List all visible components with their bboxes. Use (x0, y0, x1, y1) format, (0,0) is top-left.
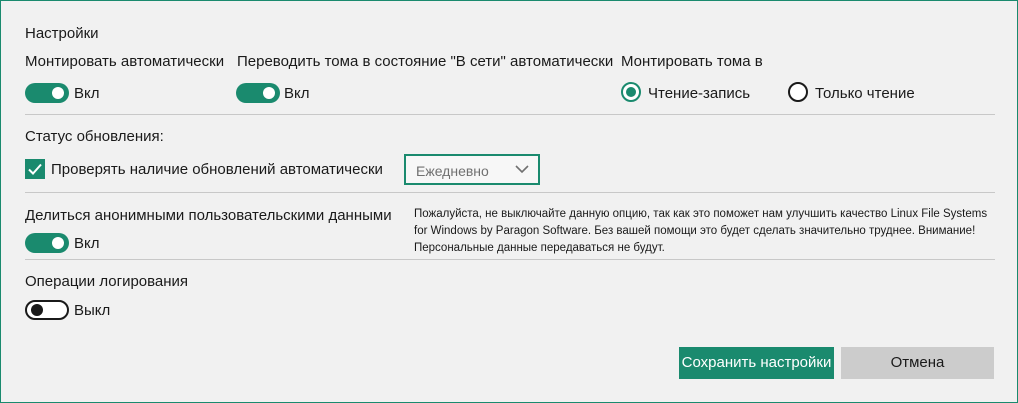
auto-mount-state: Вкл (74, 85, 100, 102)
anon-data-state: Вкл (74, 235, 100, 252)
auto-online-toggle[interactable] (236, 83, 280, 103)
radio-read-write[interactable] (621, 82, 641, 102)
divider (25, 192, 995, 193)
auto-update-label[interactable]: Проверять наличие обновлений автоматичес… (51, 161, 383, 178)
toggle-knob (52, 87, 64, 99)
radio-read-write-label[interactable]: Чтение-запись (648, 85, 750, 102)
auto-mount-label: Монтировать автоматически (25, 53, 225, 70)
auto-mount-toggle[interactable] (25, 83, 69, 103)
logging-state: Выкл (74, 302, 111, 319)
logging-toggle[interactable] (25, 300, 69, 320)
anon-data-label: Делиться анонимными пользовательскими да… (25, 207, 392, 224)
toggle-knob (31, 304, 43, 316)
mount-mode-label: Монтировать тома в (621, 53, 763, 70)
auto-online-label: Переводить тома в состояние "В сети" авт… (237, 53, 614, 70)
toggle-knob (263, 87, 275, 99)
update-frequency-value: Ежедневно (416, 163, 489, 179)
logging-label: Операции логирования (25, 273, 189, 290)
checkmark-icon (28, 163, 42, 175)
radio-read-only[interactable] (788, 82, 808, 102)
updates-title: Статус обновления: (25, 128, 164, 145)
toggle-knob (52, 237, 64, 249)
anon-data-note: Пожалуйста, не выключайте данную опцию, … (414, 208, 988, 254)
chevron-down-icon (515, 165, 529, 174)
radio-read-only-label[interactable]: Только чтение (815, 85, 915, 102)
anon-data-toggle[interactable] (25, 233, 69, 253)
divider (25, 114, 995, 115)
cancel-button[interactable]: Отмена (841, 347, 994, 379)
auto-update-checkbox[interactable] (25, 159, 45, 179)
save-settings-button[interactable]: Сохранить настройки (679, 347, 834, 379)
settings-panel: Настройки Монтировать автоматически Вкл … (0, 0, 1018, 403)
divider (25, 259, 995, 260)
auto-online-state: Вкл (284, 85, 310, 102)
radio-dot (626, 87, 636, 97)
section-title: Настройки (25, 25, 99, 42)
update-frequency-select[interactable]: Ежедневно (404, 154, 540, 185)
